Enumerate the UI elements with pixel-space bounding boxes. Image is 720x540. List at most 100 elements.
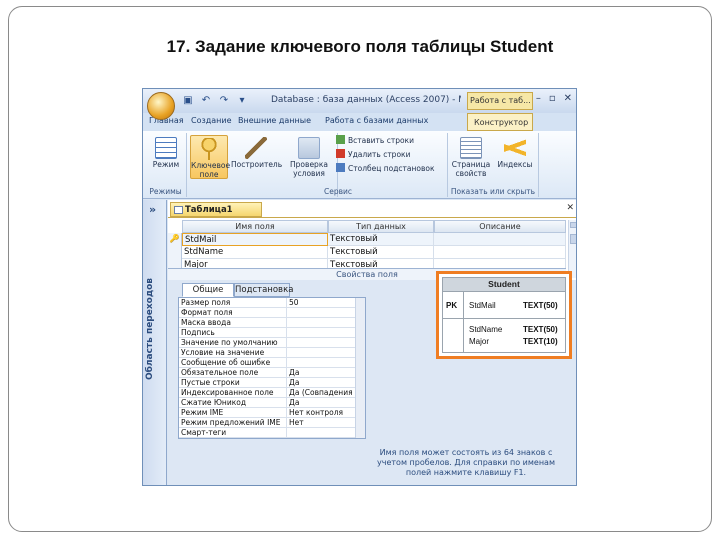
property-row[interactable]: Значение по умолчанию <box>179 338 365 348</box>
office-button[interactable] <box>147 92 175 120</box>
property-row[interactable]: Условие на значение <box>179 348 365 358</box>
property-name: Индексированное поле <box>181 388 287 398</box>
pk-field-type: TEXT(50) <box>523 301 558 310</box>
save-icon[interactable]: ▣ <box>181 94 195 107</box>
close-document-icon[interactable]: ✕ <box>566 203 574 213</box>
property-value[interactable] <box>289 358 353 368</box>
tab-strip-line <box>168 217 576 218</box>
property-value[interactable] <box>289 348 353 358</box>
maximize-icon[interactable]: ▫ <box>549 93 556 104</box>
customize-qat-icon[interactable]: ▾ <box>235 94 249 107</box>
property-row[interactable]: Индексированное полеДа (Совпадения не до… <box>179 388 365 398</box>
field-name: StdName <box>469 325 503 334</box>
field-name: Major <box>469 337 490 346</box>
indexes-button[interactable]: Индексы <box>494 135 536 179</box>
tab-database-tools[interactable]: Работа с базами данных <box>325 116 428 125</box>
data-type-cell[interactable]: Текстовый <box>328 233 434 246</box>
tab-lookup[interactable]: Подстановка <box>234 283 293 297</box>
grid-scrollbar[interactable] <box>568 220 576 278</box>
primary-key-row-icon: 🔑 <box>168 233 182 246</box>
field-type: TEXT(50) <box>523 325 558 334</box>
title-bar: ▣ ↶ ↷ ▾ Database : база данных (Access 2… <box>143 89 576 120</box>
lookup-column-button[interactable]: Столбец подстановок <box>336 163 435 175</box>
property-name: Смарт-теги <box>181 428 287 438</box>
property-row[interactable]: Пустые строки Да <box>179 378 365 388</box>
property-value[interactable] <box>289 338 353 348</box>
property-row[interactable]: Обязательное поле Да <box>179 368 365 378</box>
property-value[interactable] <box>289 308 353 318</box>
scroll-thumb[interactable] <box>570 234 576 244</box>
property-value[interactable]: Да <box>289 378 353 388</box>
tab-create[interactable]: Создание <box>191 116 232 125</box>
property-value[interactable]: Да (Совпадения не допускаются) <box>289 388 353 398</box>
close-icon[interactable]: ✕ <box>564 93 572 104</box>
property-name: Значение по умолчанию <box>181 338 287 348</box>
property-row[interactable]: Режим предложений IME Нет <box>179 418 365 428</box>
document-tab[interactable]: Таблица1 <box>170 202 262 217</box>
undo-icon[interactable]: ↶ <box>199 94 213 107</box>
property-row[interactable]: Размер поля 50 <box>179 298 365 308</box>
ribbon: Режим Режимы Ключевое поле Построитель П… <box>143 131 576 199</box>
view-button[interactable]: Режим <box>147 135 185 179</box>
primary-key-button[interactable]: Ключевое поле <box>190 135 230 179</box>
insert-rows-button[interactable]: Вставить строки <box>336 135 414 147</box>
property-row[interactable]: Смарт-теги <box>179 428 365 438</box>
navigation-pane-label: Область переходов <box>145 278 155 380</box>
minimize-icon[interactable]: – <box>536 93 541 104</box>
tab-external-data[interactable]: Внешние данные <box>238 116 311 125</box>
property-name: Формат поля <box>181 308 287 318</box>
field-name-cell[interactable]: StdMail <box>182 233 328 246</box>
property-row[interactable]: Формат поля <box>179 308 365 318</box>
data-type-cell[interactable]: Текстовый <box>328 246 434 259</box>
table-row[interactable]: 🔑 StdMail Текстовый <box>168 233 566 246</box>
property-row[interactable]: Маска ввода <box>179 318 365 328</box>
group-views: Режим Режимы <box>145 133 187 197</box>
delete-rows-button[interactable]: Удалить строки <box>336 149 410 161</box>
property-value[interactable]: Нет <box>289 418 353 428</box>
tab-general[interactable]: Общие <box>182 283 234 297</box>
table-row[interactable]: StdName Текстовый <box>168 246 566 259</box>
property-row[interactable]: Режим IME Нет контроля <box>179 408 365 418</box>
pk-label: PK <box>446 301 458 310</box>
navigation-pane[interactable]: » Область переходов <box>143 200 167 485</box>
property-value[interactable] <box>289 328 353 338</box>
quick-access-toolbar: ▣ ↶ ↷ ▾ <box>181 94 249 107</box>
property-row[interactable]: Сообщение об ошибке <box>179 358 365 368</box>
key-icon <box>198 138 220 160</box>
property-value[interactable]: Нет контроля <box>289 408 353 418</box>
student-table-title: Student <box>442 277 566 292</box>
property-name: Сообщение об ошибке <box>181 358 287 368</box>
property-value[interactable]: Да <box>289 398 353 408</box>
property-sheet-button[interactable]: Страница свойств <box>450 135 492 179</box>
redo-icon[interactable]: ↷ <box>217 94 231 107</box>
header-description: Описание <box>434 220 566 233</box>
builder-button[interactable]: Построитель <box>231 135 282 179</box>
pk-field-name: StdMail <box>469 301 496 310</box>
field-name-cell[interactable]: StdName <box>182 246 328 259</box>
header-field-name: Имя поля <box>182 220 328 233</box>
row-divider <box>443 318 565 319</box>
window-controls: – ▫ ✕ <box>536 93 572 104</box>
row-selector[interactable] <box>168 246 182 259</box>
lookup-column-icon <box>336 163 345 172</box>
tab-design[interactable]: Конструктор <box>467 113 533 131</box>
property-name: Обязательное поле <box>181 368 287 378</box>
property-name: Размер поля <box>181 298 287 308</box>
property-row[interactable]: Подпись <box>179 328 365 338</box>
property-value[interactable]: Да <box>289 368 353 378</box>
test-validation-button[interactable]: Проверка условия <box>284 135 334 179</box>
description-cell[interactable] <box>434 233 566 246</box>
description-cell[interactable] <box>434 246 566 259</box>
property-row[interactable]: Сжатие Юникод Да <box>179 398 365 408</box>
property-value[interactable]: 50 <box>289 298 353 308</box>
property-name: Маска ввода <box>181 318 287 328</box>
contextual-tab-header: Работа с таб... <box>467 92 533 110</box>
table-view-icon <box>155 137 177 159</box>
properties-scrollbar[interactable] <box>355 298 365 438</box>
header-data-type: Тип данных <box>328 220 434 233</box>
property-value[interactable] <box>289 318 353 328</box>
expand-chevron-icon[interactable]: » <box>149 203 156 216</box>
scroll-up-icon[interactable] <box>570 222 576 228</box>
property-value[interactable] <box>289 428 353 438</box>
slide-title: 17. Задание ключевого поля таблицы Stude… <box>166 37 554 56</box>
